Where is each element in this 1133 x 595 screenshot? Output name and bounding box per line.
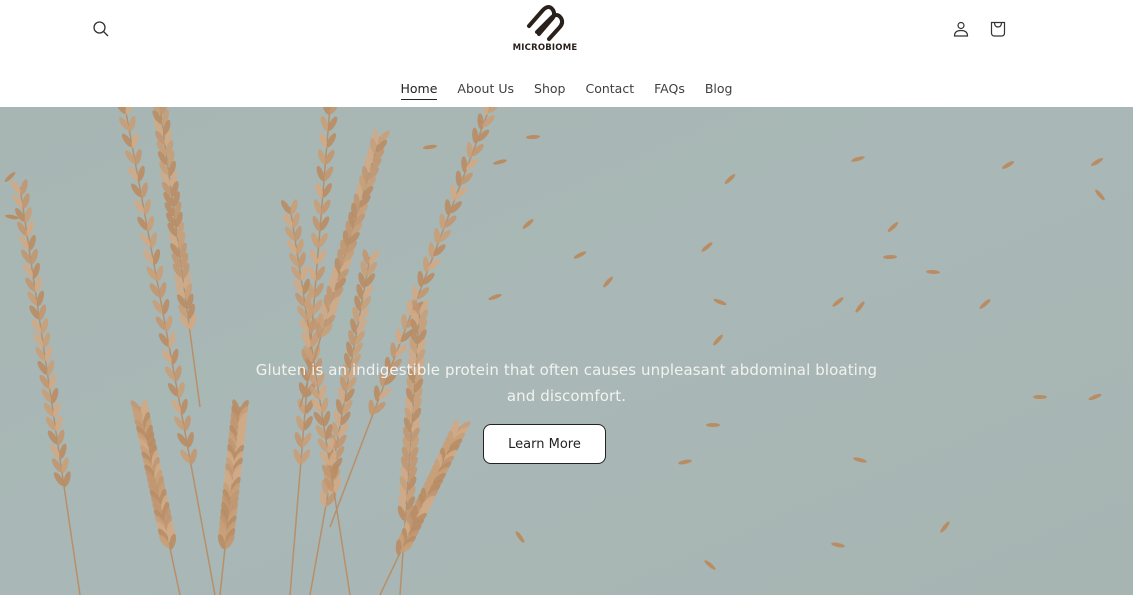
cart-icon [990,21,1006,37]
learn-more-button[interactable]: Learn More [483,424,606,464]
account-icon [953,21,969,37]
hero-background-image [0,107,1133,595]
search-button[interactable] [87,15,115,43]
nav-contact[interactable]: Contact [575,80,644,98]
site-logo[interactable]: MICROBIOME [505,2,585,58]
nav-shop[interactable]: Shop [524,80,575,98]
hero-banner: Gluten is an indigestible protein that o… [0,107,1133,595]
seed [706,423,720,427]
hero-text-block: Gluten is an indigestible protein that o… [0,357,1133,409]
cart-button[interactable] [984,15,1012,43]
main-nav: Home About Us Shop Contact FAQs Blog [0,80,1133,100]
nav-about-us[interactable]: About Us [447,80,524,98]
nav-home[interactable]: Home [391,80,448,100]
search-icon [93,21,109,37]
site-header: MICROBIOME Home About Us Shop Contact FA… [0,0,1133,107]
nav-blog[interactable]: Blog [695,80,743,98]
nav-faqs[interactable]: FAQs [644,80,695,98]
hero-description: Gluten is an indigestible protein that o… [255,361,878,405]
account-button[interactable] [947,15,975,43]
logo-text: MICROBIOME [512,43,578,53]
logo-icon [527,5,565,41]
